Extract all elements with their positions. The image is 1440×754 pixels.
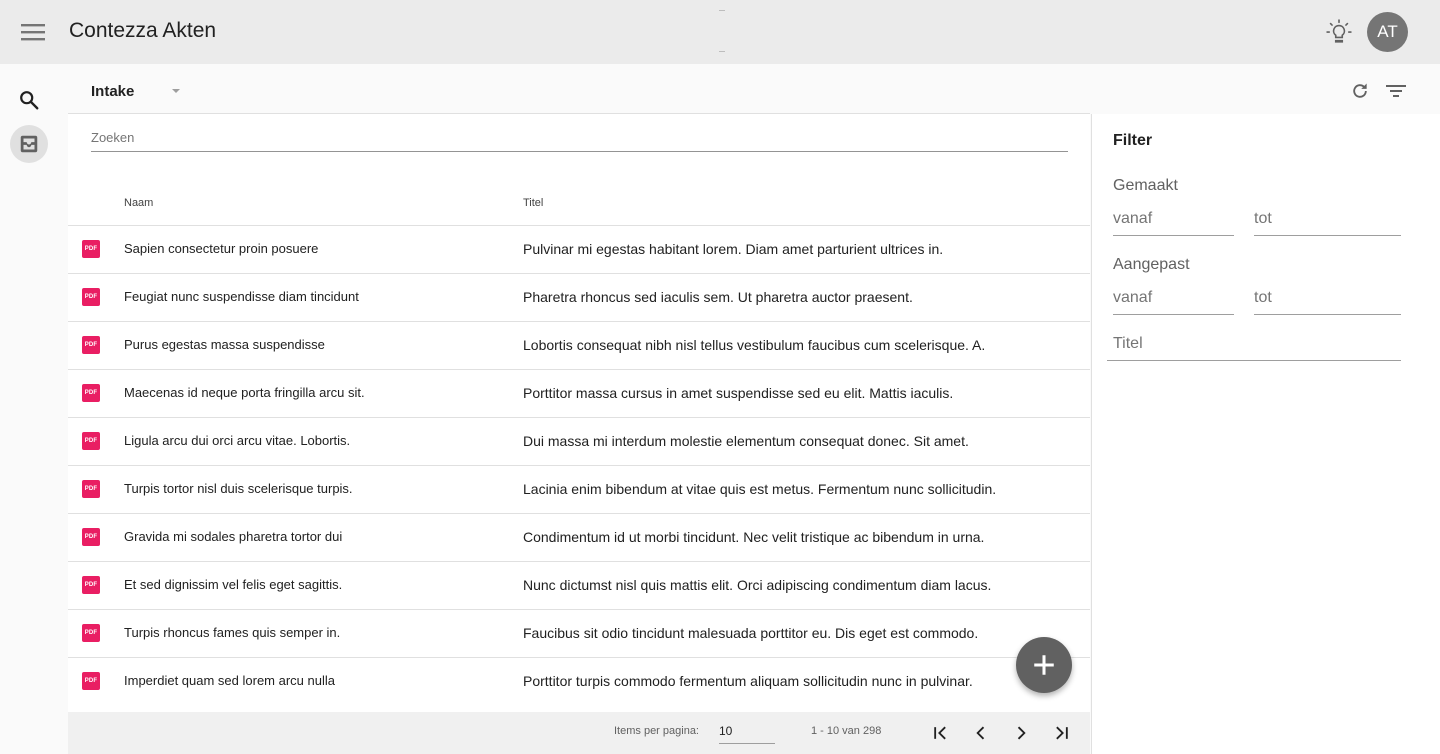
filter-title: Filter <box>1113 132 1153 149</box>
modified-to-field <box>1254 289 1401 315</box>
created-label: Gemaakt <box>1113 177 1178 194</box>
title-filter-field <box>1107 335 1401 361</box>
document-list-panel: Intake Naam Titel PDF Sapien consectetur… <box>68 64 1090 754</box>
cell-title: Porttitor massa cursus in amet suspendis… <box>523 385 954 401</box>
search-icon <box>20 91 39 110</box>
table-row[interactable]: PDF Turpis tortor nisl duis scelerisque … <box>68 466 1090 514</box>
filter-toggle-button[interactable] <box>1383 78 1409 104</box>
column-header-title[interactable]: Titel <box>523 197 543 209</box>
table-row[interactable]: PDF Turpis rhoncus fames quis semper in.… <box>68 610 1090 658</box>
refresh-icon <box>1353 83 1367 98</box>
cell-name: Maecenas id neque porta fringilla arcu s… <box>124 385 365 400</box>
created-from-input[interactable] <box>1113 210 1234 228</box>
chevron-left-icon <box>976 726 985 740</box>
lightbulb-icon <box>1326 19 1352 43</box>
cell-name: Ligula arcu dui orci arcu vitae. Loborti… <box>124 433 351 448</box>
cell-name: Turpis rhoncus fames quis semper in. <box>124 625 341 640</box>
pdf-file-icon: PDF <box>82 672 100 690</box>
title-filter-input[interactable] <box>1113 335 1401 353</box>
cell-name: Purus egestas massa suspendisse <box>124 337 325 352</box>
chevron-right-icon <box>1017 726 1026 740</box>
pdf-file-icon: PDF <box>82 240 100 258</box>
modified-label: Aangepast <box>1113 256 1190 273</box>
search-input[interactable] <box>91 128 1068 145</box>
cell-name: Turpis tortor nisl duis scelerisque turp… <box>124 481 353 496</box>
previous-page-button[interactable] <box>969 721 993 745</box>
list-toolbar: Intake <box>68 64 1090 114</box>
filter-icon <box>1386 85 1406 97</box>
modified-from-input[interactable] <box>1113 289 1234 307</box>
pdf-file-icon: PDF <box>82 480 100 498</box>
plus-icon <box>1034 655 1054 675</box>
cell-title: Pharetra rhoncus sed iaculis sem. Ut pha… <box>523 289 913 305</box>
cell-title: Nunc dictumst nisl quis mattis elit. Orc… <box>523 577 992 593</box>
cell-title: Lobortis consequat nibh nisl tellus vest… <box>523 337 986 353</box>
modified-from-field <box>1113 289 1234 315</box>
folder-select-label: Intake <box>91 82 135 100</box>
cell-title: Lacinia enim bibendum at vitae quis est … <box>523 481 997 497</box>
last-page-button[interactable] <box>1049 721 1073 745</box>
folder-select[interactable]: Intake <box>91 80 181 102</box>
inbox-icon <box>20 135 38 153</box>
pdf-file-icon: PDF <box>82 528 100 546</box>
divider <box>719 51 725 52</box>
pdf-file-icon: PDF <box>82 624 100 642</box>
first-page-button[interactable] <box>929 721 953 745</box>
filter-panel: Filter Gemaakt Aangepast <box>1091 114 1440 754</box>
modified-to-input[interactable] <box>1254 289 1401 307</box>
user-avatar[interactable]: AT <box>1367 12 1408 52</box>
pdf-file-icon: PDF <box>82 384 100 402</box>
cell-title: Condimentum id ut morbi tincidunt. Nec v… <box>523 529 985 545</box>
table-row[interactable]: PDF Et sed dignissim vel felis eget sagi… <box>68 562 1090 610</box>
paginator: Items per pagina: 10 1 - 10 van 298 <box>68 712 1090 754</box>
table-row[interactable]: PDF Sapien consectetur proin posuere Pul… <box>68 226 1090 274</box>
table-row[interactable]: PDF Feugiat nunc suspendisse diam tincid… <box>68 274 1090 322</box>
app-title: Contezza Akten <box>69 19 217 42</box>
theme-toggle-button[interactable] <box>1323 16 1355 48</box>
table-row[interactable]: PDF Ligula arcu dui orci arcu vitae. Lob… <box>68 418 1090 466</box>
cell-name: Imperdiet quam sed lorem arcu nulla <box>124 673 335 688</box>
menu-button[interactable] <box>17 16 49 48</box>
navigation-rail <box>0 64 60 754</box>
cell-name: Gravida mi sodales pharetra tortor dui <box>124 529 343 544</box>
first-page-icon <box>934 726 946 740</box>
created-to-input[interactable] <box>1254 210 1401 228</box>
created-to-field <box>1254 210 1401 236</box>
cell-name: Feugiat nunc suspendisse diam tincidunt <box>124 289 359 304</box>
rail-item-search[interactable] <box>10 81 48 119</box>
divider <box>719 10 725 11</box>
pdf-file-icon: PDF <box>82 576 100 594</box>
app-bar: Contezza Akten AT <box>0 0 1440 64</box>
cell-title: Porttitor turpis commodo fermentum aliqu… <box>523 673 973 689</box>
cell-name: Et sed dignissim vel felis eget sagittis… <box>124 577 343 592</box>
pdf-file-icon: PDF <box>82 432 100 450</box>
document-table: Naam Titel PDF Sapien consectetur proin … <box>68 114 1090 712</box>
cell-name: Sapien consectetur proin posuere <box>124 241 319 256</box>
chevron-down-icon <box>172 89 181 93</box>
created-from-field <box>1113 210 1234 236</box>
items-per-page-select[interactable]: 10 <box>719 720 775 744</box>
column-header-name[interactable]: Naam <box>124 197 153 209</box>
pdf-file-icon: PDF <box>82 288 100 306</box>
cell-title: Faucibus sit odio tincidunt malesuada po… <box>523 625 979 641</box>
table-row[interactable]: PDF Purus egestas massa suspendisse Lobo… <box>68 322 1090 370</box>
add-document-button[interactable] <box>1016 637 1072 693</box>
table-header: Naam Titel <box>68 176 1090 226</box>
items-per-page-label: Items per pagina: <box>614 725 699 737</box>
page-range-label: 1 - 10 van 298 <box>811 725 882 737</box>
rail-item-inbox[interactable] <box>10 125 48 163</box>
cell-title: Pulvinar mi egestas habitant lorem. Diam… <box>523 241 944 257</box>
menu-icon <box>21 24 45 41</box>
next-page-button[interactable] <box>1009 721 1033 745</box>
pdf-file-icon: PDF <box>82 336 100 354</box>
table-row[interactable]: PDF Imperdiet quam sed lorem arcu nulla … <box>68 658 1090 706</box>
last-page-icon <box>1056 726 1068 740</box>
cell-title: Dui massa mi interdum molestie elementum… <box>523 433 969 449</box>
search-field <box>91 128 1068 152</box>
refresh-button[interactable] <box>1347 78 1373 104</box>
table-row[interactable]: PDF Gravida mi sodales pharetra tortor d… <box>68 514 1090 562</box>
table-row[interactable]: PDF Maecenas id neque porta fringilla ar… <box>68 370 1090 418</box>
table-body: PDF Sapien consectetur proin posuere Pul… <box>68 226 1090 706</box>
